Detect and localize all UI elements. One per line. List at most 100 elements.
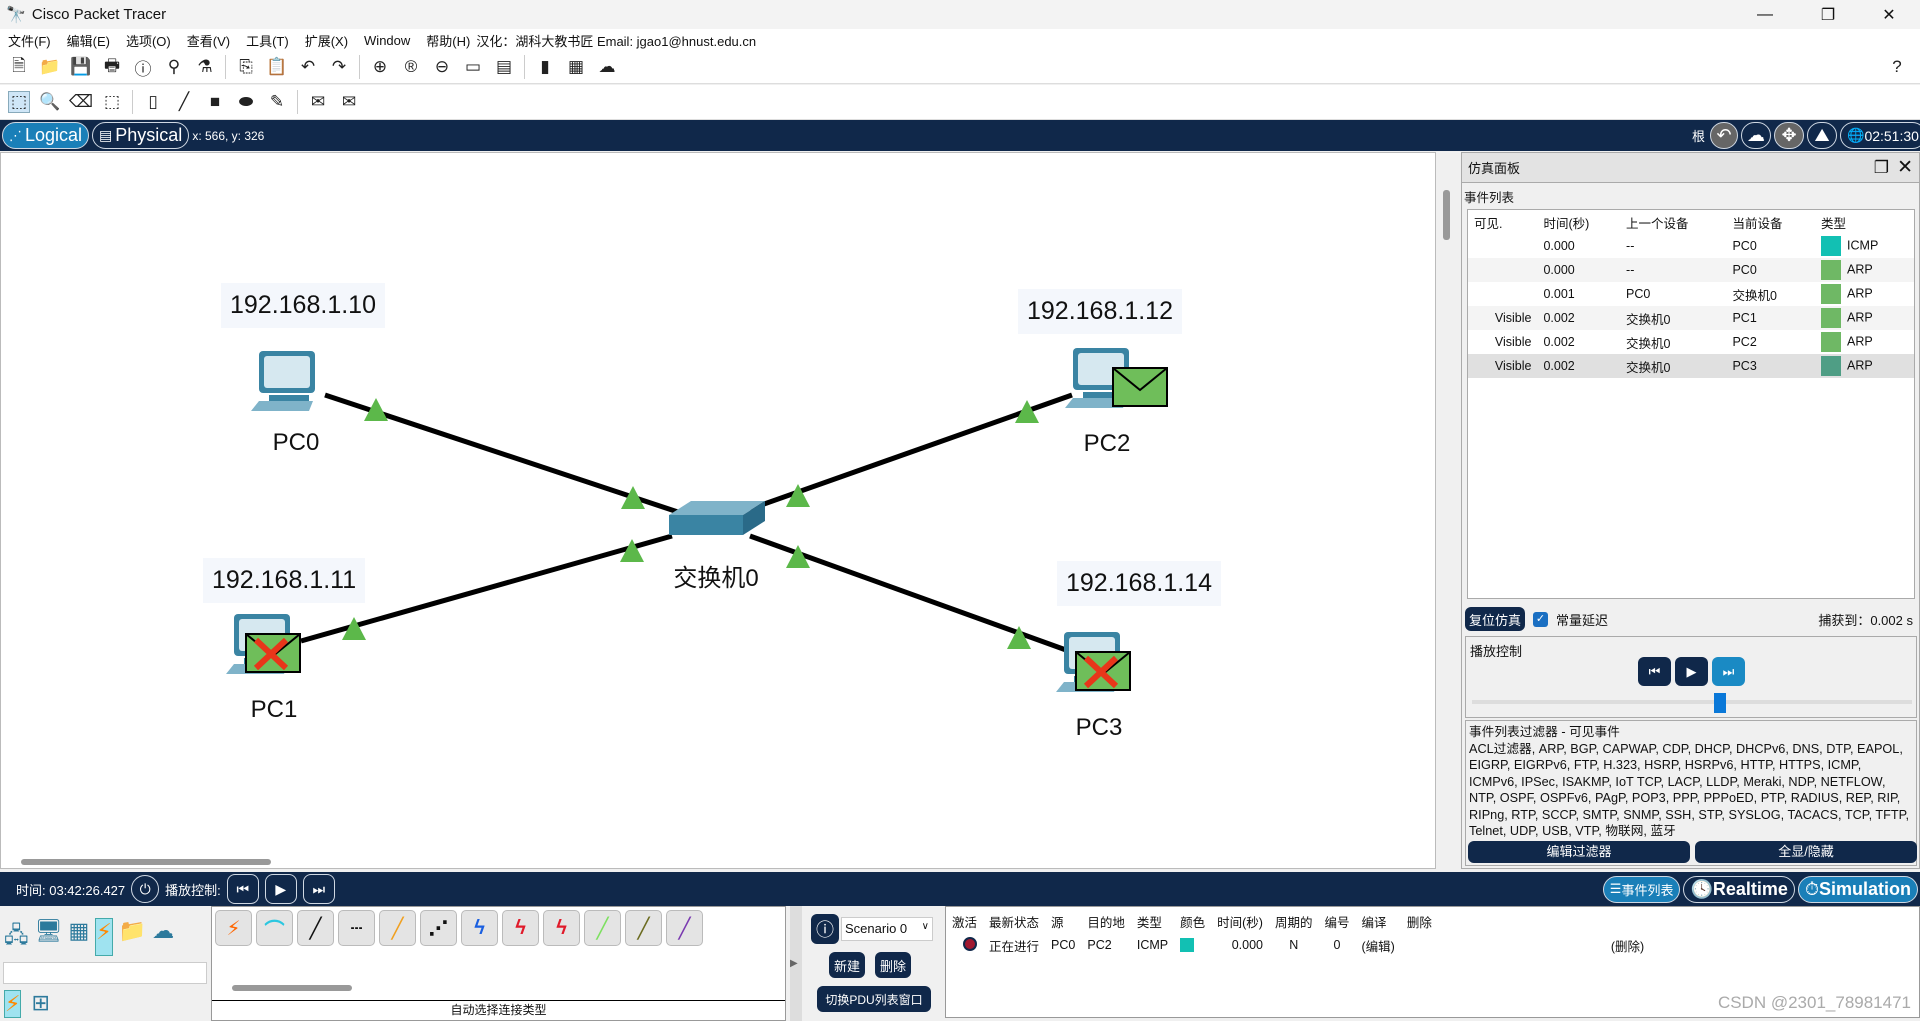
toggle-pdu-list-button[interactable]: 切换PDU列表窗口 (817, 986, 931, 1012)
pdu-column-header[interactable]: 删除 (1401, 909, 1650, 933)
note-icon[interactable]: ▯ (142, 91, 164, 113)
event-column-header[interactable]: 当前设备 (1726, 210, 1815, 234)
menu-view[interactable]: 查看(V) (187, 31, 230, 50)
cloud-add-icon[interactable]: ☁ (1741, 122, 1771, 149)
playback-slider-thumb[interactable] (1714, 693, 1726, 713)
pdu-column-header[interactable]: 源 (1045, 909, 1081, 933)
delete-icon[interactable]: ⌫ (69, 91, 93, 113)
components-icon[interactable]: ▦ (68, 918, 89, 956)
zoom-out-icon[interactable]: ⊖ (431, 56, 453, 78)
multiuser-icon[interactable]: ☁ (152, 918, 174, 956)
line-icon[interactable]: ╱ (173, 91, 195, 113)
menu-help[interactable]: 帮助(H) (426, 31, 470, 50)
physical-tab[interactable]: ▤ Physical (92, 122, 190, 149)
pc3-label[interactable]: PC3 (1076, 714, 1123, 742)
menu-tools[interactable]: 工具(T) (246, 31, 289, 50)
phone-cable-icon[interactable]: ⋰ (420, 910, 457, 946)
pc-icon[interactable] (251, 351, 315, 411)
pc-icon[interactable] (1056, 632, 1131, 692)
crossover-cable-icon[interactable]: ┄ (338, 910, 375, 946)
pdu-column-header[interactable]: 编号 (1318, 909, 1355, 933)
serial-dce-cable-icon[interactable]: ϟ (502, 910, 539, 946)
zoom-in-icon[interactable]: ⊕ (369, 56, 391, 78)
pdu-column-header[interactable]: 类型 (1131, 909, 1174, 933)
simulation-mode-button[interactable]: ⏱ Simulation (1797, 875, 1918, 903)
event-column-header[interactable]: 类型 (1815, 210, 1914, 234)
select-icon[interactable]: ⬚ (8, 91, 30, 113)
pdu-column-header[interactable]: 最新状态 (983, 909, 1045, 933)
bottom-play-button[interactable]: ▶ (264, 874, 297, 904)
pc0-label[interactable]: PC0 (273, 429, 320, 457)
iot-cable-icon[interactable]: ╱ (625, 910, 662, 946)
event-row[interactable]: 0.000 -- PC0 ARP (1468, 258, 1914, 282)
info-icon[interactable]: ⓘ (132, 56, 154, 79)
rectangle-icon[interactable]: ■ (204, 91, 226, 113)
inspect-icon[interactable]: 🔍 (39, 91, 61, 113)
pdu-delete-link[interactable]: (删除) (1401, 933, 1650, 957)
root-label[interactable]: 根 (1692, 126, 1705, 145)
usb-cable-icon[interactable]: ╱ (666, 910, 703, 946)
pc2-label[interactable]: PC2 (1084, 430, 1131, 458)
menu-options[interactable]: 选项(O) (126, 31, 171, 50)
failed-envelope-icon[interactable] (1075, 651, 1131, 691)
reset-simulation-button[interactable]: 复位仿真 (1465, 607, 1525, 631)
help-icon[interactable]: ? (1886, 56, 1908, 78)
switch-icon[interactable] (669, 501, 765, 535)
pdu-column-header[interactable]: 周期的 (1269, 909, 1319, 933)
undock-icon[interactable]: ❐ (1874, 158, 1889, 178)
realtime-mode-button[interactable]: 🕓 Realtime (1683, 875, 1795, 903)
failed-envelope-icon[interactable] (245, 633, 301, 673)
connections-icon[interactable]: ⚡ (95, 918, 113, 956)
pdu-column-header[interactable]: 颜色 (1174, 909, 1211, 933)
pc-icon[interactable] (226, 614, 301, 674)
ellipse-icon[interactable]: ⬬ (235, 91, 257, 113)
logical-workspace[interactable]: 192.168.1.10 PC0 192.168.1.11 PC1 192.16… (0, 152, 1436, 869)
close-panel-icon[interactable]: ✕ (1897, 156, 1913, 179)
switch-label[interactable]: 交换机0 (673, 558, 758, 593)
delete-scenario-button[interactable]: 删除 (875, 952, 911, 978)
fiber-cable-icon[interactable]: ╱ (379, 910, 416, 946)
pdu-active-toggle[interactable] (946, 933, 983, 957)
power-cycle-icon[interactable]: ⏻ (131, 875, 160, 903)
palette-icon[interactable]: ▤ (493, 56, 515, 78)
copy-icon[interactable]: ⎘ (235, 56, 257, 78)
open-folder-icon[interactable]: 📁 (39, 56, 61, 78)
serial-dte-cable-icon[interactable]: ϟ (543, 910, 580, 946)
step-forward-button[interactable]: ⏭ (1712, 657, 1745, 686)
event-column-header[interactable]: 上一个设备 (1620, 210, 1726, 234)
auto-cable-icon[interactable]: ⚡ (215, 910, 252, 946)
pdu-row[interactable]: 正在进行 PC0 PC2 ICMP 0.000 N 0 (编辑) (删除) (946, 933, 1650, 957)
background-image-icon[interactable]: ⛰ (1807, 122, 1837, 149)
horizontal-scrollbar[interactable] (21, 859, 271, 865)
playback-slider[interactable] (1472, 700, 1912, 704)
event-column-header[interactable]: 时间(秒) (1537, 210, 1620, 234)
freeform-icon[interactable]: ✎ (266, 91, 288, 113)
end-devices-icon[interactable]: 🖥 (35, 918, 63, 956)
event-row[interactable]: 0.001 PC0 交换机0 ARP (1468, 282, 1914, 306)
activity-wizard-icon[interactable]: ⚗ (194, 56, 216, 78)
pdu-column-header[interactable]: 时间(秒) (1211, 909, 1269, 933)
new-file-icon[interactable]: 🗎 (8, 56, 30, 78)
wizard-icon[interactable]: ⚲ (163, 56, 185, 78)
event-row[interactable]: Visible 0.002 交换机0 PC2 ARP (1468, 330, 1914, 354)
undo-icon[interactable]: ↶ (297, 56, 319, 78)
vertical-scrollbar[interactable] (1440, 152, 1458, 869)
bottom-step-forward-button[interactable]: ⏭ (302, 874, 335, 904)
pc1-label[interactable]: PC1 (251, 696, 298, 724)
collapse-handle[interactable]: ▶ (790, 906, 802, 1021)
event-list-toggle[interactable]: ☰ 事件列表 (1602, 875, 1681, 903)
misc-icon[interactable]: 📁 (119, 918, 146, 956)
save-icon[interactable]: 💾 (70, 56, 92, 78)
event-row[interactable]: Visible 0.002 交换机0 PC1 ARP (1468, 306, 1914, 330)
maximize-button[interactable]: ❐ (1805, 0, 1851, 29)
grid-icon[interactable]: ⊞ (31, 990, 49, 1018)
custom-device-icon[interactable]: ▦ (565, 56, 587, 78)
menu-edit[interactable]: 编辑(E) (67, 31, 110, 50)
scenario-select[interactable]: Scenario 0 ∨ (841, 917, 933, 941)
close-button[interactable]: ✕ (1866, 0, 1912, 29)
pdu-edit-link[interactable]: (编辑) (1356, 933, 1401, 957)
device-search[interactable] (3, 962, 207, 984)
redo-icon[interactable]: ↷ (328, 56, 350, 78)
pdu-column-header[interactable]: 目的地 (1081, 909, 1131, 933)
constant-delay-checkbox[interactable]: ✓ (1533, 611, 1548, 627)
